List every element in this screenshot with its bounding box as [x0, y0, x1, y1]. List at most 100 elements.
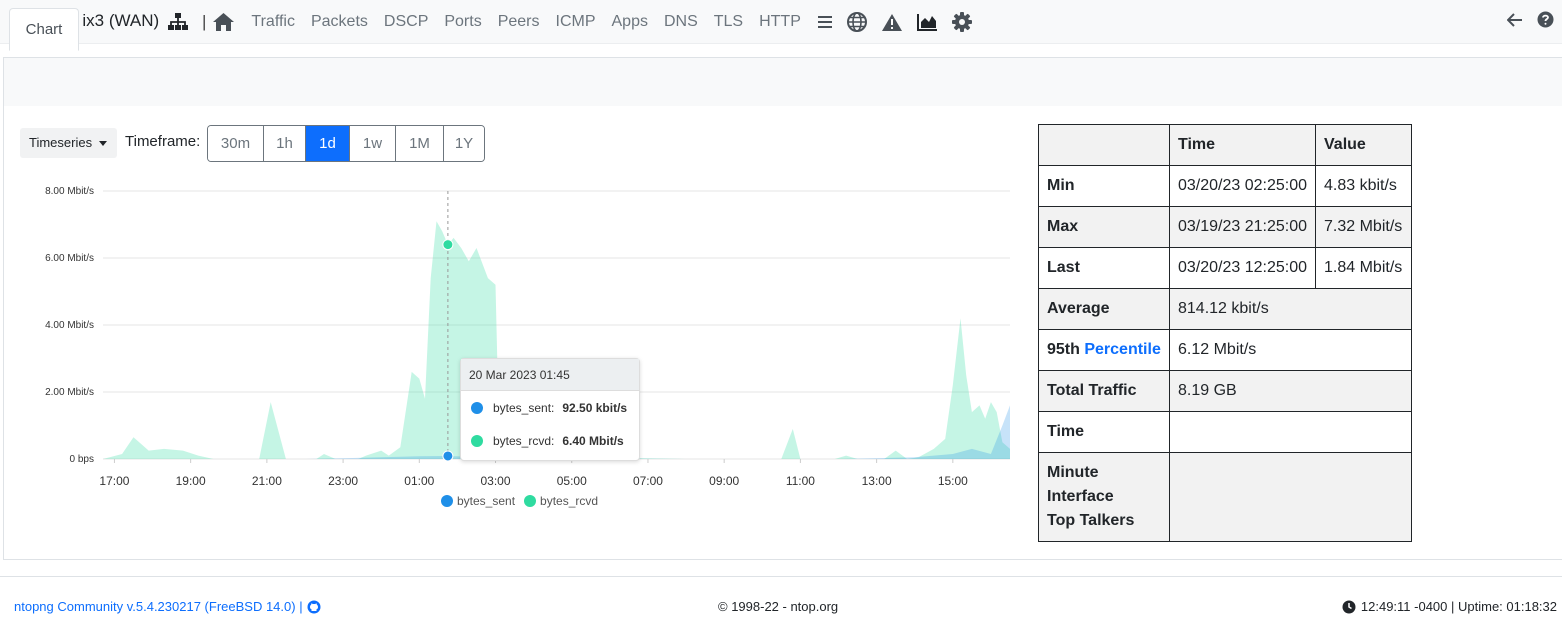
area-chart-icon[interactable] [916, 13, 938, 31]
y-tick-label: 0 bps [70, 454, 94, 465]
stats-row-top-talkers: Minute Interface Top Talkers [1038, 452, 1412, 542]
timeseries-dropdown-label: Timeseries [29, 135, 93, 150]
x-tick-label: 07:00 [633, 474, 663, 488]
stats-row-time: Time [1038, 411, 1412, 453]
timeframe-1M-button[interactable]: 1M [396, 126, 444, 161]
tab-chart[interactable]: Chart [9, 8, 79, 51]
traffic-area-chart[interactable]: 0 bps 2.00 Mbit/s 4.00 Mbit/s 6.00 Mbit/s 8.… [0, 170, 1030, 520]
chart-tooltip: 20 Mar 2023 01:45 bytes_sent: 92.50 kbit… [460, 358, 640, 461]
stats-time-value [1169, 411, 1412, 453]
stats-percentile-value: 6.12 Mbit/s [1169, 329, 1412, 371]
y-tick-label: 2.00 Mbit/s [45, 387, 94, 398]
stats-min-time: 03/20/23 02:25:00 [1169, 165, 1316, 207]
caret-down-icon [99, 141, 107, 146]
nav-dscp[interactable]: DSCP [384, 13, 428, 31]
tooltip-sent-name: bytes_sent: [493, 400, 555, 415]
stats-row-total: Total Traffic 8.19 GB [1038, 370, 1412, 412]
stats-row-average: Average 814.12 kbit/s [1038, 288, 1412, 330]
sent-dot-icon [471, 401, 483, 414]
arrow-left-icon[interactable] [1507, 12, 1523, 27]
percentile-link[interactable]: Percentile [1084, 341, 1160, 358]
legend-item-rcvd[interactable]: bytes_rcvd [524, 494, 598, 508]
stats-top-talkers-label: Minute Interface Top Talkers [1038, 452, 1170, 542]
x-tick-label: 01:00 [404, 474, 434, 488]
nav-tls[interactable]: TLS [714, 13, 743, 31]
x-tick-label: 19:00 [176, 474, 206, 488]
github-icon[interactable] [307, 600, 321, 614]
x-tick-label: 09:00 [709, 474, 739, 488]
nav-packets[interactable]: Packets [311, 13, 368, 31]
legend-item-sent[interactable]: bytes_sent [441, 494, 515, 508]
stats-min-value: 4.83 kbit/s [1315, 165, 1412, 207]
timeframe-1Y-button[interactable]: 1Y [444, 126, 484, 161]
legend-rcvd-dot-icon [524, 495, 537, 507]
bars-icon[interactable] [817, 15, 833, 29]
talkers-line1: Minute [1047, 464, 1099, 481]
home-icon[interactable] [212, 12, 235, 32]
x-tick-label: 15:00 [938, 474, 968, 488]
tooltip-rcvd-value: 6.40 Mbit/s [562, 433, 624, 448]
talkers-line3: Top Talkers [1047, 512, 1135, 529]
stats-total-label: Total Traffic [1038, 370, 1170, 412]
hover-point-bytes-rcvd [442, 239, 454, 251]
stats-row-min: Min 03/20/23 02:25:00 4.83 kbit/s [1038, 165, 1412, 207]
timeframe-button-group: 30m 1h 1d 1w 1M 1Y [207, 125, 485, 162]
footer-version: ntopng Community v.5.4.230217 (FreeBSD 1… [14, 599, 321, 614]
nav-icmp[interactable]: ICMP [556, 13, 596, 31]
x-tick-label: 23:00 [328, 474, 358, 488]
nav-http[interactable]: HTTP [759, 13, 801, 31]
x-tick-label: 21:00 [252, 474, 282, 488]
stats-max-time: 03/19/23 21:25:00 [1169, 206, 1316, 248]
stats-max-value: 7.32 Mbit/s [1315, 206, 1412, 248]
stats-last-time: 03/20/23 12:25:00 [1169, 247, 1316, 289]
legend-sent-label: bytes_sent [457, 494, 516, 508]
stats-average-label: Average [1038, 288, 1170, 330]
rcvd-dot-icon [471, 434, 483, 447]
question-circle-icon[interactable] [1537, 11, 1554, 28]
nav-peers[interactable]: Peers [498, 13, 540, 31]
top-navbar: Host: ix3 (WAN) | Traffic Packets DSCP P… [0, 0, 1562, 44]
sitemap-icon[interactable] [168, 13, 188, 31]
globe-icon[interactable] [846, 12, 867, 32]
stats-min-label: Min [1038, 165, 1170, 207]
stats-time-label: Time [1038, 411, 1170, 453]
x-tick-label: 03:00 [481, 474, 511, 488]
timeframe-1w-button[interactable]: 1w [350, 126, 396, 161]
nav-ports[interactable]: Ports [444, 13, 481, 31]
tooltip-rcvd-name: bytes_rcvd: [493, 433, 555, 448]
x-tick-label: 11:00 [786, 474, 815, 488]
timeframe-1h-button[interactable]: 1h [264, 126, 306, 161]
timeseries-dropdown[interactable]: Timeseries [20, 128, 117, 158]
footer-copyright: © 1998-22 - ntop.org [718, 599, 839, 614]
stats-last-value: 1.84 Mbit/s [1315, 247, 1412, 289]
x-tick-label: 13:00 [862, 474, 892, 488]
stats-last-label: Last [1038, 247, 1170, 289]
gear-icon[interactable] [951, 12, 972, 32]
main-nav: | Traffic Packets DSCP Ports Peers ICMP … [168, 0, 986, 44]
timeframe-1d-button[interactable]: 1d [306, 126, 350, 161]
x-tick-label: 05:00 [557, 474, 587, 488]
footer-status: 12:49:11 -0400 | Uptime: 01:18:32 [1342, 599, 1557, 614]
tab-strip [3, 57, 1562, 107]
stats-total-value: 8.19 GB [1169, 370, 1412, 412]
warning-icon[interactable] [881, 13, 903, 32]
navbar-right [1493, 11, 1554, 28]
stats-row-percentile: 95th Percentile 6.12 Mbit/s [1038, 329, 1412, 371]
tooltip-row-sent: bytes_sent: 92.50 kbit/s [461, 391, 639, 424]
tooltip-title: 20 Mar 2023 01:45 [461, 359, 639, 391]
timeframe-label: Timeframe: [125, 133, 201, 150]
stats-top-talkers-value [1169, 452, 1412, 542]
footer-version-link[interactable]: ntopng Community v.5.4.230217 (FreeBSD 1… [14, 599, 303, 614]
stats-header-value: Value [1315, 124, 1412, 166]
stats-max-label: Max [1038, 206, 1170, 248]
nav-apps[interactable]: Apps [612, 13, 648, 31]
nav-dns[interactable]: DNS [664, 13, 698, 31]
y-tick-label: 4.00 Mbit/s [45, 320, 94, 331]
y-tick-label: 6.00 Mbit/s [45, 253, 94, 264]
nav-traffic[interactable]: Traffic [251, 13, 295, 31]
legend-sent-dot-icon [441, 495, 453, 507]
hover-point-bytes-sent [442, 450, 454, 462]
timeframe-30m-button[interactable]: 30m [208, 126, 264, 161]
stats-percentile-label: 95th Percentile [1038, 329, 1170, 371]
y-tick-label: 8.00 Mbit/s [45, 186, 94, 197]
